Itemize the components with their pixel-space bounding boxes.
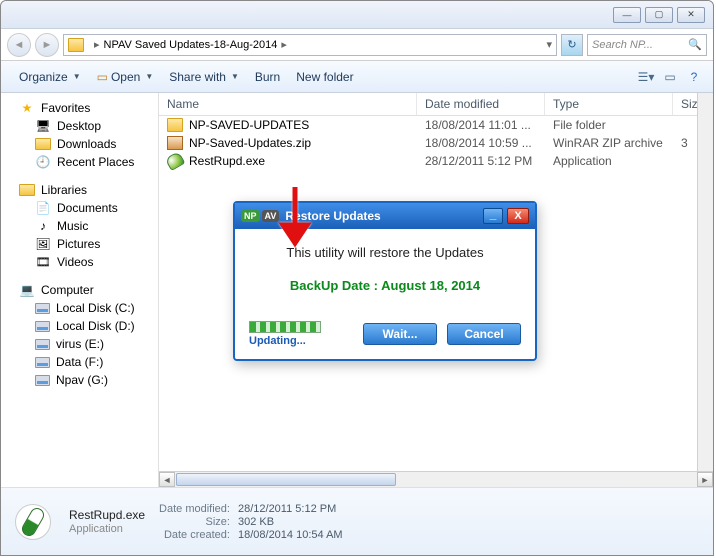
scroll-thumb[interactable] <box>176 473 396 486</box>
recent-icon: 🕘 <box>35 155 51 169</box>
nav-music[interactable]: ♪Music <box>1 217 158 235</box>
details-type: Application <box>69 523 145 535</box>
disk-icon <box>35 357 50 368</box>
search-icon: 🔍 <box>688 38 702 51</box>
dialog-backup-date: BackUp Date : August 18, 2014 <box>249 278 521 293</box>
details-filename: RestRupd.exe <box>69 508 145 522</box>
nav-disk-e[interactable]: virus (E:) <box>1 335 158 353</box>
libraries-icon <box>19 184 35 196</box>
search-input[interactable]: Search NP... 🔍 <box>587 34 707 56</box>
new-folder-button[interactable]: New folder <box>288 66 361 88</box>
exe-icon <box>165 151 186 171</box>
nav-videos[interactable]: 🎞Videos <box>1 253 158 271</box>
music-icon: ♪ <box>35 219 51 233</box>
window-maximize-button[interactable]: ▢ <box>645 7 673 23</box>
file-row[interactable]: RestRupd.exe 28/12/2011 5:12 PM Applicat… <box>159 152 713 170</box>
folder-icon <box>167 118 183 132</box>
share-with-menu[interactable]: Share with▼ <box>161 66 247 88</box>
details-meta: Date modified:28/12/2011 5:12 PM Size:30… <box>159 503 343 541</box>
nav-disk-c[interactable]: Local Disk (C:) <box>1 299 158 317</box>
col-name[interactable]: Name <box>159 93 417 115</box>
file-row[interactable]: NP-SAVED-UPDATES 18/08/2014 11:01 ... Fi… <box>159 116 713 134</box>
computer-header[interactable]: 💻Computer <box>1 281 158 299</box>
organize-menu[interactable]: Organize▼ <box>11 66 89 88</box>
navigation-pane: ★Favorites 🖥Desktop Downloads 🕘Recent Pl… <box>1 93 159 487</box>
horizontal-scrollbar[interactable]: ◄ ► <box>159 471 713 487</box>
column-headers: Name Date modified Type Size <box>159 93 713 116</box>
libraries-header[interactable]: Libraries <box>1 181 158 199</box>
file-type-icon <box>11 500 55 544</box>
documents-icon: 📄 <box>35 201 51 215</box>
address-bar: ◄ ► ▸ NPAV Saved Updates-18-Aug-2014 ▸ ▾… <box>1 29 713 61</box>
desktop-icon: 🖥 <box>35 119 51 133</box>
back-button[interactable]: ◄ <box>7 33 31 57</box>
scroll-right-button[interactable]: ► <box>697 472 713 487</box>
open-button[interactable]: ▭Open▼ <box>89 66 162 88</box>
col-date[interactable]: Date modified <box>417 93 545 115</box>
vertical-scrollbar[interactable] <box>697 93 713 471</box>
nav-disk-d[interactable]: Local Disk (D:) <box>1 317 158 335</box>
nav-downloads[interactable]: Downloads <box>1 135 158 153</box>
view-options-button[interactable]: ☰▾ <box>637 68 655 86</box>
nav-documents[interactable]: 📄Documents <box>1 199 158 217</box>
refresh-button[interactable]: ↻ <box>561 34 583 56</box>
nav-recent[interactable]: 🕘Recent Places <box>1 153 158 171</box>
forward-button[interactable]: ► <box>35 33 59 57</box>
col-type[interactable]: Type <box>545 93 673 115</box>
details-pane: RestRupd.exe Application Date modified:2… <box>1 487 713 555</box>
disk-icon <box>35 303 50 314</box>
window-minimize-button[interactable]: — <box>613 7 641 23</box>
videos-icon: 🎞 <box>35 255 51 269</box>
zip-icon <box>167 136 183 150</box>
progress-bar <box>249 321 321 333</box>
disk-icon <box>35 339 50 350</box>
preview-pane-button[interactable]: ▭ <box>661 68 679 86</box>
cancel-button[interactable]: Cancel <box>447 323 521 345</box>
disk-icon <box>35 321 50 332</box>
favorites-header[interactable]: ★Favorites <box>1 99 158 117</box>
star-icon: ★ <box>19 101 35 115</box>
titlebar: — ▢ ✕ <box>1 1 713 29</box>
window-close-button[interactable]: ✕ <box>677 7 705 23</box>
dialog-minimize-button[interactable]: _ <box>483 208 503 224</box>
nav-disk-g[interactable]: Npav (G:) <box>1 371 158 389</box>
disk-icon <box>35 375 50 386</box>
search-placeholder: Search NP... <box>592 39 653 51</box>
nav-desktop[interactable]: 🖥Desktop <box>1 117 158 135</box>
folder-icon <box>35 138 51 150</box>
scroll-left-button[interactable]: ◄ <box>159 472 175 487</box>
annotation-arrow <box>275 185 315 260</box>
nav-disk-f[interactable]: Data (F:) <box>1 353 158 371</box>
pictures-icon: 🖼 <box>35 237 51 251</box>
chevron-right-icon: ▸ <box>94 38 100 51</box>
folder-icon <box>68 38 84 52</box>
dropdown-icon[interactable]: ▾ <box>546 38 552 51</box>
computer-icon: 💻 <box>19 283 35 297</box>
burn-button[interactable]: Burn <box>247 66 288 88</box>
address-path: NPAV Saved Updates-18-Aug-2014 <box>104 39 278 51</box>
address-box[interactable]: ▸ NPAV Saved Updates-18-Aug-2014 ▸ ▾ <box>63 34 557 56</box>
updating-label: Updating... <box>249 335 353 347</box>
wait-button[interactable]: Wait... <box>363 323 437 345</box>
toolbar: Organize▼ ▭Open▼ Share with▼ Burn New fo… <box>1 61 713 93</box>
help-button[interactable]: ? <box>685 68 703 86</box>
file-row[interactable]: NP-Saved-Updates.zip 18/08/2014 10:59 ..… <box>159 134 713 152</box>
chevron-right-icon[interactable]: ▸ <box>281 38 287 51</box>
dialog-close-button[interactable]: X <box>507 208 529 224</box>
npav-logo-icon: NPAV <box>241 210 279 222</box>
explorer-window: — ▢ ✕ ◄ ► ▸ NPAV Saved Updates-18-Aug-20… <box>0 0 714 556</box>
nav-pictures[interactable]: 🖼Pictures <box>1 235 158 253</box>
